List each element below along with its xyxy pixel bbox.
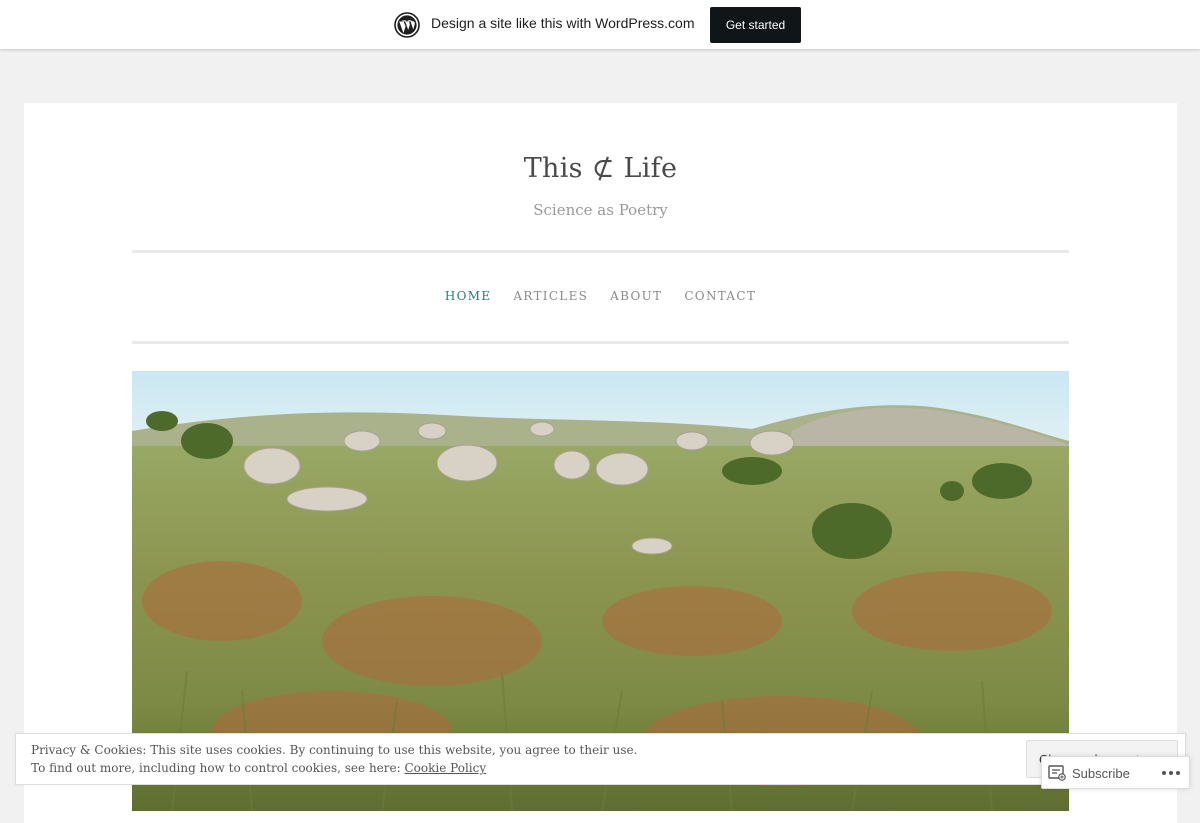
reader-subscribe-icon (1048, 765, 1066, 781)
ellipsis-dot (1176, 771, 1180, 775)
cookie-notice-line1: Privacy & Cookies: This site uses cookie… (31, 743, 638, 757)
main-navigation: HOME ARTICLES ABOUT CONTACT (24, 289, 1177, 303)
header-divider-top (132, 250, 1069, 253)
nav-item-contact[interactable]: CONTACT (673, 289, 767, 303)
wordpress-promo-banner: Design a site like this with WordPress.c… (0, 0, 1200, 49)
ellipsis-dot (1169, 771, 1173, 775)
site-tagline: Science as Poetry (533, 201, 668, 219)
subscribe-button[interactable]: Subscribe (1048, 763, 1130, 783)
nav-item-home[interactable]: HOME (434, 289, 503, 303)
subscribe-bar: Subscribe (1041, 756, 1190, 789)
site-title[interactable]: This ⊄ Life (24, 153, 1177, 184)
wordpress-logo-icon[interactable] (394, 12, 420, 38)
content-card: This ⊄ Life Science as Poetry HOME ARTIC… (24, 103, 1177, 823)
cookie-policy-link[interactable]: Cookie Policy (404, 761, 486, 775)
cookie-notice-line2: To find out more, including how to contr… (31, 759, 637, 777)
header-divider-bottom (132, 341, 1069, 344)
more-actions-button[interactable] (1159, 764, 1183, 782)
cookie-notice-text: Privacy & Cookies: This site uses cookie… (31, 741, 637, 777)
nav-item-articles[interactable]: ARTICLES (502, 289, 599, 303)
ellipsis-icon (1162, 771, 1166, 775)
nav-item-about[interactable]: ABOUT (599, 289, 673, 303)
get-started-button[interactable]: Get started (710, 7, 801, 43)
subscribe-label: Subscribe (1072, 765, 1130, 781)
cookie-notice-line2-text: To find out more, including how to contr… (31, 761, 405, 775)
cookie-notice: Privacy & Cookies: This site uses cookie… (15, 733, 1186, 785)
banner-text: Design a site like this with WordPress.c… (431, 15, 695, 31)
